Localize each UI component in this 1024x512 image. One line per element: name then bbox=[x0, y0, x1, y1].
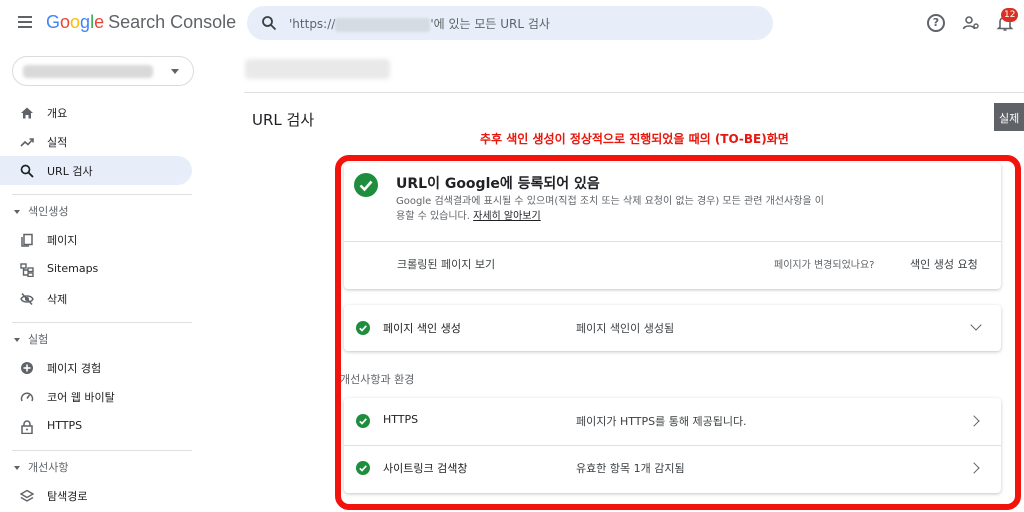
sidebar-item-label: 페이지 경험 bbox=[47, 362, 102, 375]
manage-users-icon[interactable] bbox=[962, 14, 980, 32]
sidebar-item-url-inspection[interactable]: URL 검사 bbox=[0, 156, 192, 185]
sidebar-item-performance[interactable]: 실적 bbox=[0, 127, 192, 156]
gauge-icon bbox=[20, 392, 34, 402]
logo[interactable]: Google Search Console bbox=[46, 12, 236, 33]
section-header-indexing[interactable]: 색인생성 bbox=[14, 203, 68, 219]
help-icon[interactable]: ? bbox=[927, 14, 945, 32]
collapse-icon bbox=[14, 338, 20, 342]
section-title: 개선사항 bbox=[28, 461, 69, 474]
plus-circle-icon bbox=[21, 362, 33, 374]
url-search-input[interactable]: 'https:// '에 있는 모든 URL 검사 bbox=[247, 6, 773, 40]
search-icon bbox=[262, 16, 277, 31]
logo-letter: G bbox=[46, 12, 61, 32]
logo-product: Search Console bbox=[108, 12, 237, 32]
notification-badge: 12 bbox=[1001, 8, 1019, 22]
sidebar-item-breadcrumbs[interactable]: 탐색경로 bbox=[0, 481, 192, 510]
page-title: URL 검사 bbox=[252, 111, 315, 129]
sidebar-divider bbox=[12, 194, 192, 195]
sidebar-item-label: 개요 bbox=[47, 107, 68, 120]
home-icon bbox=[21, 107, 33, 119]
section-title: 색인생성 bbox=[28, 205, 69, 218]
sidebar-divider bbox=[12, 450, 192, 451]
sidebar-item-pages[interactable]: 페이지 bbox=[0, 225, 192, 254]
live-test-button[interactable]: 실제 bbox=[994, 103, 1024, 131]
property-selector[interactable] bbox=[12, 56, 194, 86]
sidebar-item-removals[interactable]: 삭제 bbox=[0, 284, 192, 313]
logo-letter: e bbox=[94, 12, 105, 32]
chevron-down-icon bbox=[171, 69, 179, 74]
top-bar: Google Search Console 'https:// '에 있는 모든 U… bbox=[0, 0, 1024, 47]
collapse-icon bbox=[14, 466, 20, 470]
sidebar-item-label: Sitemaps bbox=[47, 262, 99, 275]
sitemap-icon bbox=[20, 263, 34, 277]
sidebar-item-label: 코어 웹 바이탈 bbox=[47, 391, 115, 404]
collapse-icon bbox=[14, 210, 20, 214]
trending-up-icon bbox=[20, 138, 34, 147]
lock-icon bbox=[21, 420, 33, 434]
annotation-text: 추후 색인 생성이 정상적으로 진행되었을 때의 (TO-BE)화면 bbox=[480, 132, 789, 146]
redacted-breadcrumb bbox=[245, 59, 390, 79]
sidebar-item-label: 탐색경로 bbox=[47, 490, 88, 503]
search-placeholder: 'https:// '에 있는 모든 URL 검사 bbox=[289, 15, 550, 32]
header-divider bbox=[244, 92, 1024, 93]
search-icon bbox=[20, 164, 34, 178]
section-header-enhancements[interactable]: 개선사항 bbox=[14, 459, 68, 475]
pages-icon bbox=[21, 233, 33, 247]
logo-letter: g bbox=[80, 12, 91, 32]
sidebar-item-page-experience[interactable]: 페이지 경험 bbox=[0, 353, 192, 382]
sidebar-divider bbox=[12, 322, 192, 323]
sidebar-item-core-web-vitals[interactable]: 코어 웹 바이탈 bbox=[0, 382, 192, 411]
redacted-property bbox=[23, 65, 153, 78]
section-title: 실험 bbox=[28, 333, 49, 346]
layers-icon bbox=[20, 489, 34, 502]
sidebar-item-label: URL 검사 bbox=[47, 165, 93, 178]
logo-letter: o bbox=[60, 12, 71, 32]
sidebar-item-label: HTTPS bbox=[47, 419, 83, 432]
search-prefix: 'https:// bbox=[289, 17, 336, 31]
menu-icon[interactable] bbox=[18, 16, 32, 28]
section-header-experiments[interactable]: 실험 bbox=[14, 331, 48, 347]
sidebar-item-overview[interactable]: 개요 bbox=[0, 98, 192, 127]
sidebar-item-label: 삭제 bbox=[47, 293, 68, 306]
sidebar-item-https[interactable]: HTTPS bbox=[0, 412, 192, 441]
search-suffix: '에 있는 모든 URL 검사 bbox=[430, 17, 550, 31]
logo-letter: o bbox=[70, 12, 81, 32]
eye-off-icon bbox=[20, 292, 34, 306]
redacted-domain bbox=[335, 17, 431, 32]
sidebar-item-sitemaps[interactable]: Sitemaps bbox=[0, 255, 192, 284]
sidebar-item-label: 페이지 bbox=[47, 234, 78, 247]
sidebar-item-label: 실적 bbox=[47, 136, 68, 149]
annotation-highlight-frame bbox=[335, 155, 1021, 510]
